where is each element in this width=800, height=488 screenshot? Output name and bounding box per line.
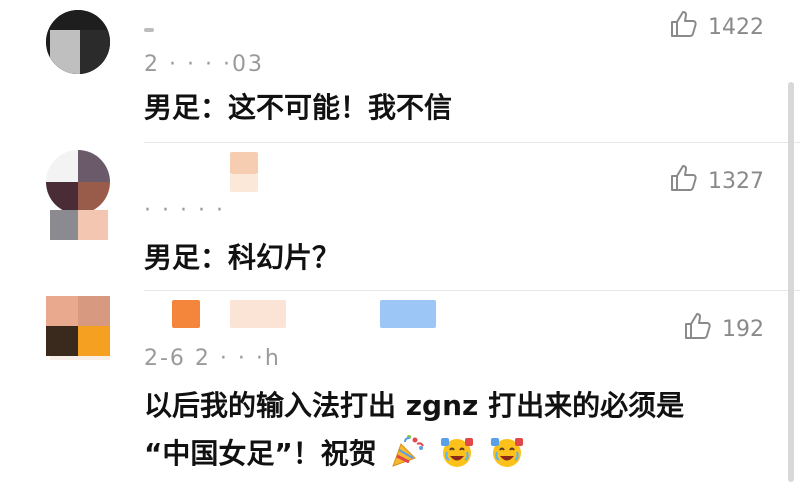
comment-text-line-2: “中国女足”！祝贺 [144,430,764,478]
like-count: 192 [722,316,764,342]
comment-time: · · · · · [144,198,225,223]
cheering-face-emoji [438,432,476,470]
cheering-face-emoji [488,432,526,470]
avatar[interactable] [46,296,110,360]
like-button[interactable]: 1327 [668,164,764,198]
comment-text: 以后我的输入法打出 zgnz 打出来的必须是 “中国女足”！祝贺 [144,382,764,478]
party-popper-emoji [389,432,427,470]
like-button[interactable]: 1422 [668,10,764,44]
comment-text-line-2-text: “中国女足”！祝贺 [144,437,377,470]
divider [144,290,800,291]
scrollbar[interactable] [788,82,794,482]
like-count: 1327 [708,168,764,194]
comment-text-line-1: 以后我的输入法打出 zgnz 打出来的必须是 [144,389,685,422]
comment-text: 男足：科幻片？ [144,241,341,274]
comment-text: 男足：这不可能！我不信 [144,91,453,124]
comment-time: 2-6 2 · · ·h [144,346,281,371]
like-count: 1422 [708,14,764,40]
divider [144,142,800,143]
like-button[interactable]: 192 [682,312,764,346]
avatar-lower [46,186,110,242]
avatar[interactable] [46,10,110,74]
thumbs-up-icon [668,162,708,200]
comment-time: 2 · · · ·03 [144,52,264,77]
thumbs-up-icon [668,8,708,46]
thumbs-up-icon [682,310,722,348]
